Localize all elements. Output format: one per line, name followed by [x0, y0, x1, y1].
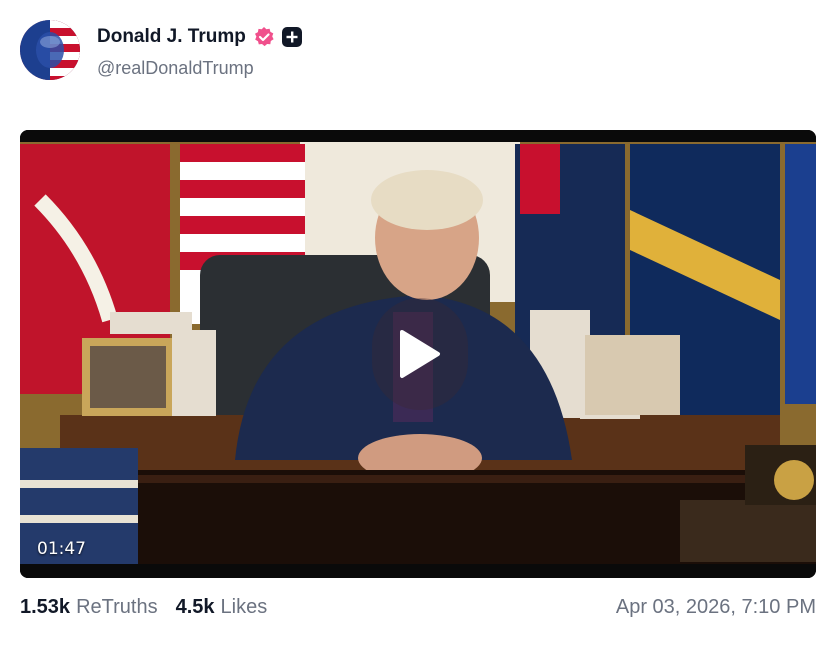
retruths-count: 1.53k	[20, 595, 71, 618]
video-duration: 01:47	[37, 539, 86, 559]
post-timestamp[interactable]: Apr 03, 2026, 7:10 PM	[616, 596, 816, 619]
likes-stat[interactable]: 4.5k Likes	[176, 596, 268, 619]
author-name[interactable]: Donald J. Trump	[97, 26, 246, 48]
avatar[interactable]	[20, 20, 80, 80]
play-icon	[400, 330, 440, 378]
post-footer: 1.53k ReTruths 4.5k Likes Apr 03, 2026, …	[20, 594, 816, 620]
plus-icon[interactable]	[281, 27, 302, 47]
author-handle[interactable]: @realDonaldTrump	[97, 58, 254, 79]
retruths-stat[interactable]: 1.53k ReTruths	[20, 596, 158, 619]
video-player[interactable]: 01:47	[20, 130, 816, 578]
play-button[interactable]	[372, 298, 468, 410]
likes-label: Likes	[220, 595, 268, 618]
verified-badge-icon	[253, 26, 275, 48]
likes-count: 4.5k	[175, 595, 215, 618]
retruths-label: ReTruths	[76, 595, 158, 618]
